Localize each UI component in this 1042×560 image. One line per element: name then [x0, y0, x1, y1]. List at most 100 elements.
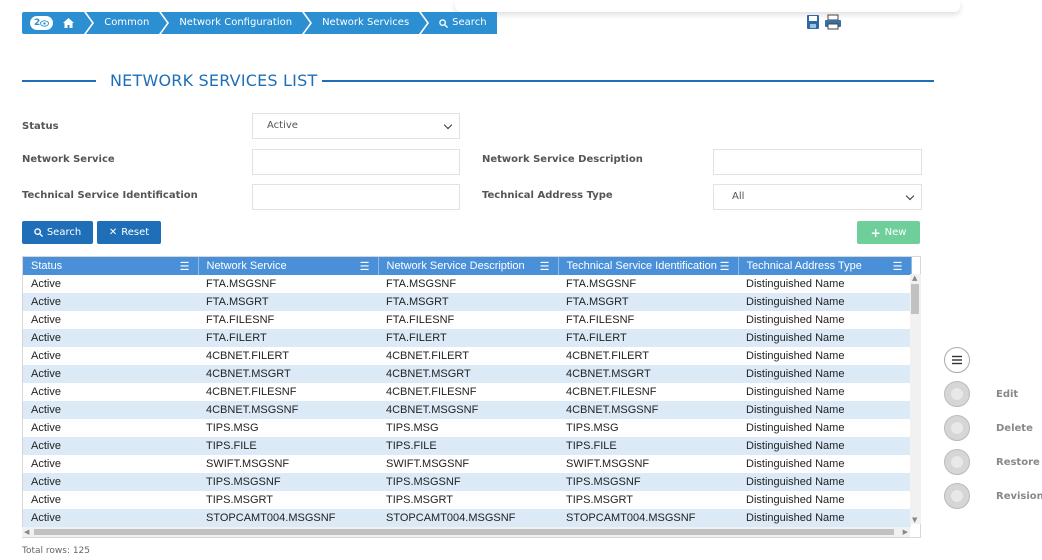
table-cell: 4CBNET.FILERT: [206, 350, 289, 362]
table-row[interactable]: Active TIPS.MSGRT TIPS.MSGRT TIPS.MSGRT Dist…: [23, 491, 911, 509]
column-menu-icon[interactable]: ☰: [180, 260, 190, 273]
table-cell: 4CBNET.FILESNF: [386, 386, 477, 398]
table-cell: Distinguished Name: [746, 422, 845, 434]
breadcrumb-common[interactable]: Common: [86, 12, 168, 34]
table-row[interactable]: Active 4CBNET.MSGRT 4CBNET.MSGRT 4CBNET.MSG…: [23, 365, 911, 383]
table-cell: 4CBNET.MSGSNF: [558, 401, 738, 419]
revisions-label: Revisions: [996, 491, 1042, 502]
table-row[interactable]: Active FTA.MSGSNF FTA.MSGSNF FTA.MSGSNF Dist…: [23, 275, 911, 293]
breadcrumb-label: Network Configuration: [179, 17, 293, 28]
horizontal-scroll-thumb[interactable]: [34, 529, 894, 535]
table-cell: Distinguished Name: [738, 329, 911, 347]
column-header-technical-service-identification[interactable]: Technical Service Identification ☰: [558, 257, 739, 275]
delete-label: Delete: [996, 423, 1033, 434]
action-menu-button[interactable]: [944, 347, 970, 373]
title-rule-right: [322, 80, 934, 82]
table-row[interactable]: Active 4CBNET.MSGSNF 4CBNET.MSGSNF 4CBNET.M…: [23, 401, 911, 419]
network-service-input[interactable]: [252, 149, 460, 175]
table-row[interactable]: Active FTA.MSGRT FTA.MSGRT FTA.MSGRT Disting…: [23, 293, 911, 311]
technical-service-identification-input[interactable]: [252, 184, 460, 210]
table-row[interactable]: Active 4CBNET.FILESNF 4CBNET.FILESNF 4CBNET…: [23, 383, 911, 401]
breadcrumb-home[interactable]: 2: [22, 12, 93, 34]
network-service-description-input[interactable]: [713, 149, 922, 175]
table-cell: FTA.MSGRT: [198, 293, 378, 311]
table-cell: Active: [31, 278, 61, 290]
column-menu-icon[interactable]: ☰: [893, 260, 903, 273]
scroll-down-icon[interactable]: ▼: [912, 516, 917, 524]
table-cell: TIPS.FILE: [558, 437, 738, 455]
table-cell: FTA.FILERT: [198, 329, 378, 347]
title-rule-left: [22, 80, 96, 82]
breadcrumb-label: Network Services: [322, 17, 410, 28]
edit-button[interactable]: [944, 381, 970, 407]
column-menu-icon[interactable]: ☰: [540, 260, 550, 273]
new-button[interactable]: + New: [857, 221, 920, 244]
search-button[interactable]: Search: [22, 221, 93, 244]
revisions-button[interactable]: [944, 483, 970, 509]
table-cell: TIPS.FILE: [378, 437, 558, 455]
table-cell: FTA.FILESNF: [566, 314, 635, 326]
technical-address-type-select[interactable]: All: [713, 184, 922, 210]
vertical-scrollbar[interactable]: ▲ ▼: [910, 274, 921, 524]
table-cell: TIPS.MSG: [386, 422, 439, 434]
table-row[interactable]: Active TIPS.FILE TIPS.FILE TIPS.FILE Disting…: [23, 437, 911, 455]
reset-button[interactable]: ✕ Reset: [97, 221, 161, 244]
save-icon[interactable]: [806, 14, 820, 30]
status-select[interactable]: Active: [252, 113, 460, 139]
restore-button[interactable]: [944, 449, 970, 475]
table-cell: 4CBNET.MSGRT: [198, 365, 378, 383]
table-row[interactable]: Active 4CBNET.FILERT 4CBNET.FILERT 4CBNET.F…: [23, 347, 911, 365]
horizontal-scrollbar[interactable]: ◀ ▶: [22, 527, 910, 537]
breadcrumb-label: Common: [104, 17, 150, 28]
technical-address-type-label: Technical Address Type: [482, 190, 613, 201]
table-cell: Active: [31, 422, 61, 434]
chevron-down-icon: [905, 191, 915, 201]
chevron-down-icon: [443, 120, 453, 130]
table-cell: TIPS.MSG: [206, 422, 259, 434]
breadcrumb-network-configuration[interactable]: Network Configuration: [161, 12, 310, 34]
table-row[interactable]: Active STOPCAMT004.MSGSNF STOPCAMT004.MSGS…: [23, 509, 911, 527]
column-menu-icon[interactable]: ☰: [360, 260, 370, 273]
table-cell: Active: [31, 386, 61, 398]
table-cell: 4CBNET.MSGSNF: [378, 401, 558, 419]
table-cell: Distinguished Name: [746, 458, 845, 470]
scroll-right-icon[interactable]: ▶: [903, 528, 908, 536]
table-row[interactable]: Active FTA.FILESNF FTA.FILESNF FTA.FILESNF D…: [23, 311, 911, 329]
table-cell: Active: [23, 473, 198, 491]
table-cell: Distinguished Name: [746, 494, 845, 506]
breadcrumb-network-services[interactable]: Network Services: [304, 12, 428, 34]
table-row[interactable]: Active FTA.FILERT FTA.FILERT FTA.FILERT Dist…: [23, 329, 911, 347]
reset-button-label: Reset: [121, 227, 150, 238]
table-row[interactable]: Active TIPS.MSGSNF TIPS.MSGSNF TIPS.MSGSNF D…: [23, 473, 911, 491]
column-menu-icon[interactable]: ☰: [720, 260, 730, 273]
column-header-network-service-description[interactable]: Network Service Description ☰: [378, 257, 559, 275]
scroll-left-icon[interactable]: ◀: [24, 528, 29, 536]
table-cell: Distinguished Name: [746, 314, 845, 326]
table-cell: FTA.MSGRT: [378, 293, 558, 311]
table-cell: Active: [23, 293, 198, 311]
table-row[interactable]: Active TIPS.MSG TIPS.MSG TIPS.MSG Distinguis…: [23, 419, 911, 437]
search-button-label: Search: [46, 227, 82, 238]
print-icon[interactable]: [824, 14, 842, 30]
breadcrumb-search[interactable]: Search: [421, 12, 497, 34]
table-cell: FTA.FILESNF: [386, 314, 455, 326]
table-cell: TIPS.MSGSNF: [558, 473, 738, 491]
column-header-technical-address-type[interactable]: Technical Address Type ☰: [738, 257, 912, 275]
table-row[interactable]: Active SWIFT.MSGSNF SWIFT.MSGSNF SWIFT.MSGS…: [23, 455, 911, 473]
database-icon: [951, 490, 963, 502]
vertical-scroll-thumb[interactable]: [911, 284, 919, 314]
table-cell: Distinguished Name: [738, 293, 911, 311]
table-cell: Distinguished Name: [746, 278, 845, 290]
table-cell: 4CBNET.FILESNF: [566, 386, 657, 398]
close-icon: ✕: [108, 227, 118, 238]
table-header-row: Status ☰ Network Service ☰ Network Service…: [23, 257, 912, 275]
column-header-network-service[interactable]: Network Service ☰: [198, 257, 379, 275]
trash-icon: [951, 422, 963, 434]
scroll-up-icon[interactable]: ▲: [912, 274, 917, 282]
restore-label: Restore: [996, 457, 1040, 468]
table-cell: SWIFT.MSGSNF: [386, 458, 470, 470]
history-badge[interactable]: 2: [30, 16, 54, 30]
table-cell: Distinguished Name: [738, 437, 911, 455]
column-header-status[interactable]: Status ☰: [23, 257, 199, 275]
delete-button[interactable]: [944, 415, 970, 441]
